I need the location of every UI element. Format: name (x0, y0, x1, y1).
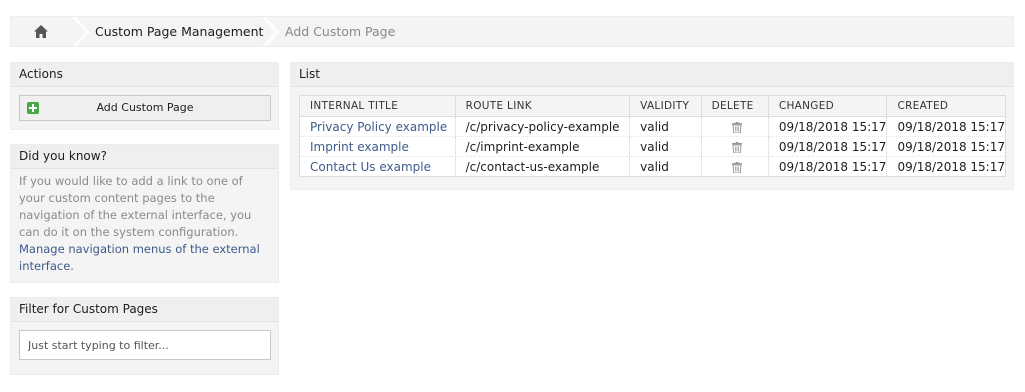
actions-panel: Actions Add Custom Page (10, 62, 279, 130)
cell-changed: 09/18/2018 15:17 (768, 136, 888, 157)
cell-changed: 09/18/2018 15:17 (768, 156, 888, 177)
trash-icon[interactable] (731, 121, 742, 133)
page-title-link[interactable]: Privacy Policy example (310, 120, 447, 134)
list-title: List (291, 63, 1013, 87)
add-custom-page-button[interactable]: Add Custom Page (19, 95, 271, 121)
page-title-link[interactable]: Contact Us example (310, 160, 431, 174)
column-validity[interactable]: VALIDITY (629, 95, 702, 117)
add-custom-page-label: Add Custom Page (96, 101, 194, 114)
breadcrumb-separator (67, 17, 91, 46)
cell-delete (701, 156, 769, 177)
did-you-know-title: Did you know? (11, 145, 278, 169)
cell-delete (701, 136, 769, 157)
cell-route-link: /c/privacy-policy-example (455, 116, 631, 137)
actions-title: Actions (11, 63, 278, 87)
cell-created: 09/18/2018 15:17 (886, 116, 1006, 137)
table-row[interactable]: Privacy Policy example /c/privacy-policy… (299, 116, 1006, 137)
home-icon[interactable] (34, 25, 48, 38)
column-created[interactable]: CREATED (886, 95, 1006, 117)
trash-icon[interactable] (731, 141, 742, 153)
breadcrumb-item-add-custom-page: Add Custom Page (285, 24, 396, 39)
plus-icon (27, 102, 39, 114)
did-you-know-panel: Did you know? If you would like to add a… (10, 144, 279, 283)
table-row[interactable]: Contact Us example /c/contact-us-example… (299, 156, 1006, 177)
table-row[interactable]: Imprint example /c/imprint-example valid… (299, 136, 1006, 157)
cell-created: 09/18/2018 15:17 (886, 156, 1006, 177)
cell-route-link: /c/contact-us-example (455, 156, 631, 177)
breadcrumb-item-custom-page-management[interactable]: Custom Page Management (95, 17, 263, 46)
filter-input[interactable] (19, 330, 271, 360)
cell-changed: 09/18/2018 15:17 (768, 116, 888, 137)
breadcrumb: Custom Page Management Add Custom Page (10, 16, 1014, 47)
column-route-link[interactable]: ROUTE LINK (455, 95, 631, 117)
did-you-know-text: If you would like to add a link to one o… (11, 169, 278, 275)
cell-internal-title: Contact Us example (299, 156, 456, 177)
manage-navigation-link[interactable]: Manage navigation menus of the external … (19, 242, 260, 273)
table-header-row: INTERNAL TITLE ROUTE LINK VALIDITY DELET… (299, 95, 1006, 117)
filter-title: Filter for Custom Pages (11, 298, 278, 322)
filter-panel: Filter for Custom Pages (10, 297, 279, 375)
cell-created: 09/18/2018 15:17 (886, 136, 1006, 157)
cell-route-link: /c/imprint-example (455, 136, 631, 157)
did-you-know-body: If you would like to add a link to one o… (19, 174, 252, 239)
cell-validity: valid (629, 156, 702, 177)
column-changed[interactable]: CHANGED (768, 95, 888, 117)
cell-validity: valid (629, 116, 702, 137)
custom-pages-table: INTERNAL TITLE ROUTE LINK VALIDITY DELET… (299, 95, 1006, 177)
breadcrumb-home[interactable] (11, 17, 69, 46)
cell-validity: valid (629, 136, 702, 157)
column-delete: DELETE (701, 95, 769, 117)
list-panel: List INTERNAL TITLE ROUTE LINK VALIDITY … (290, 62, 1014, 190)
column-internal-title[interactable]: INTERNAL TITLE (299, 95, 456, 117)
cell-internal-title: Imprint example (299, 136, 456, 157)
breadcrumb-separator (257, 17, 281, 46)
cell-internal-title: Privacy Policy example (299, 116, 456, 137)
trash-icon[interactable] (731, 161, 742, 173)
cell-delete (701, 116, 769, 137)
page-title-link[interactable]: Imprint example (310, 140, 409, 154)
